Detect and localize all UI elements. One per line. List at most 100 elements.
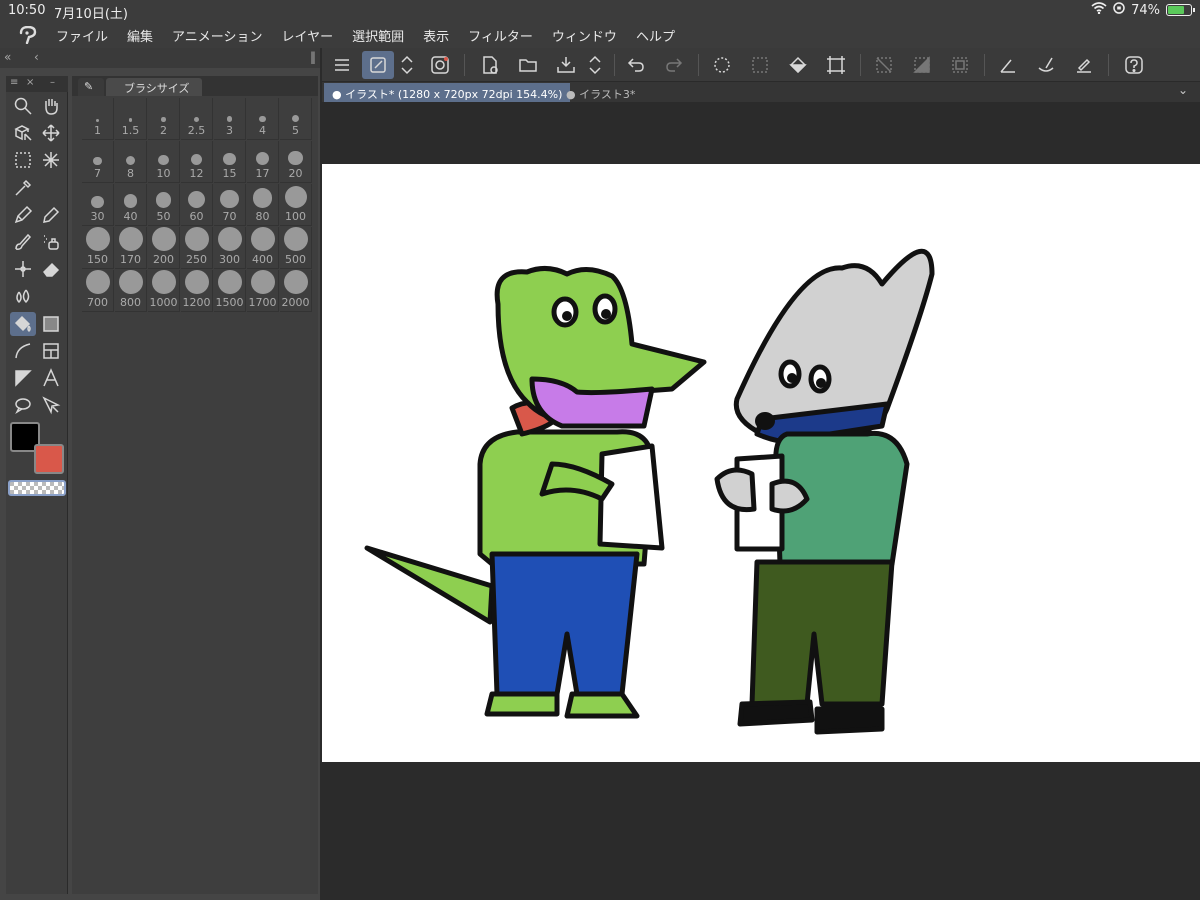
brush-size-cell[interactable]: 200 (148, 227, 180, 269)
blend-tool-icon[interactable] (10, 284, 36, 308)
brush-size-cell[interactable]: 50 (148, 184, 180, 226)
tab-brush-size[interactable]: ブラシサイズ (106, 78, 202, 96)
brush-size-cell[interactable]: 1000 (148, 270, 180, 312)
line-tool-icon[interactable] (992, 51, 1024, 79)
brush-size-cell[interactable]: 10 (148, 141, 180, 183)
menu-help[interactable]: ヘルプ (636, 26, 675, 45)
brush-size-cell[interactable]: 17 (247, 141, 279, 183)
ruler-tool-icon[interactable] (10, 366, 36, 390)
brush-size-cell[interactable]: 400 (247, 227, 279, 269)
panel-grip-icon[interactable]: ‖ (310, 50, 316, 64)
eraser-tool-icon[interactable] (38, 257, 64, 281)
curve-tool-icon[interactable] (10, 339, 36, 363)
gradient-tool-icon[interactable] (38, 312, 64, 336)
fill-command-icon[interactable] (782, 51, 814, 79)
tab-illust3[interactable]: ● イラスト3* (558, 83, 643, 102)
marquee-tool-icon[interactable] (10, 148, 36, 172)
double-arrow-icon[interactable] (396, 51, 418, 79)
menu-window[interactable]: ウィンドウ (552, 26, 617, 45)
menu-icon[interactable] (326, 51, 358, 79)
brush-size-cell[interactable]: 150 (82, 227, 114, 269)
brush-size-cell[interactable]: 5 (280, 98, 312, 140)
fill-tool-icon[interactable] (10, 312, 36, 336)
decoration-sparkle-icon[interactable] (10, 257, 36, 281)
zoom-tool-icon[interactable] (10, 94, 36, 118)
brush-size-cell[interactable]: 2.5 (181, 98, 213, 140)
menu-selection[interactable]: 選択範囲 (352, 26, 404, 45)
brush-size-cell[interactable]: 7 (82, 141, 114, 183)
eyedropper-tool-icon[interactable] (10, 176, 36, 200)
brush-size-cell[interactable]: 70 (214, 184, 246, 226)
menu-edit[interactable]: 編集 (127, 26, 153, 45)
brush-size-cell[interactable]: 500 (280, 227, 312, 269)
eraser-size-icon[interactable] (1068, 51, 1100, 79)
auto-select-tool-icon[interactable] (38, 148, 64, 172)
brush-size-cell[interactable]: 170 (115, 227, 147, 269)
frame-tool-icon[interactable] (38, 339, 64, 363)
brush-size-cell[interactable]: 30 (82, 184, 114, 226)
new-file-icon[interactable] (474, 51, 506, 79)
loading-icon[interactable] (706, 51, 738, 79)
brush-tab-icon[interactable]: ✎ (78, 78, 104, 96)
brush-size-cell[interactable]: 15 (214, 141, 246, 183)
brush-size-cell[interactable]: 2000 (280, 270, 312, 312)
clip-studio-logo-icon[interactable] (0, 22, 56, 48)
object-select-tool-icon[interactable] (10, 121, 36, 145)
brush-size-cell[interactable]: 250 (181, 227, 213, 269)
collapse-left-icon[interactable]: « (4, 50, 11, 64)
brush-size-cell[interactable]: 80 (247, 184, 279, 226)
brush-size-cell[interactable]: 12 (181, 141, 213, 183)
menu-filter[interactable]: フィルター (468, 26, 533, 45)
brush-size-icon[interactable] (1030, 51, 1062, 79)
save-icon[interactable] (550, 51, 582, 79)
border-icon[interactable] (944, 51, 976, 79)
shade-icon[interactable] (906, 51, 938, 79)
redo-icon[interactable] (658, 51, 690, 79)
spiral-logo-icon[interactable] (424, 51, 456, 79)
brush-size-cell[interactable]: 300 (214, 227, 246, 269)
panel-menu-icon[interactable]: ≡ (10, 77, 18, 88)
canvas-edit-icon[interactable] (362, 51, 394, 79)
undo-icon[interactable] (620, 51, 652, 79)
pen-tool-icon[interactable] (10, 203, 36, 227)
chevron-down-icon[interactable]: ⌄ (1178, 83, 1188, 97)
brush-tool-icon[interactable] (10, 230, 36, 254)
brush-size-cell[interactable]: 2 (148, 98, 180, 140)
brush-size-cell[interactable]: 1 (82, 98, 114, 140)
tab-illust-active[interactable]: ● イラスト* (1280 x 720px 72dpi 154.4%) (324, 83, 571, 102)
brush-size-cell[interactable]: 20 (280, 141, 312, 183)
text-tool-icon[interactable] (38, 366, 64, 390)
menu-layer[interactable]: レイヤー (282, 26, 334, 45)
brush-size-cell[interactable]: 3 (214, 98, 246, 140)
balloon-tool-icon[interactable] (10, 393, 36, 417)
brush-size-cell[interactable]: 8 (115, 141, 147, 183)
open-folder-icon[interactable] (512, 51, 544, 79)
double-arrow-icon-2[interactable] (584, 51, 606, 79)
correction-tool-icon[interactable] (38, 393, 64, 417)
airbrush-tool-icon[interactable] (38, 230, 64, 254)
drawing-canvas[interactable] (322, 164, 1200, 762)
sub-color-swatch[interactable] (34, 444, 64, 474)
move-tool-icon[interactable] (38, 121, 64, 145)
menu-file[interactable]: ファイル (56, 26, 108, 45)
minimize-icon[interactable]: – (50, 77, 55, 88)
clear-selection-icon[interactable] (744, 51, 776, 79)
menu-animation[interactable]: アニメーション (172, 26, 262, 45)
snap-off-icon[interactable] (868, 51, 900, 79)
brush-size-cell[interactable]: 60 (181, 184, 213, 226)
pencil-tool-icon[interactable] (38, 203, 64, 227)
brush-size-cell[interactable]: 40 (115, 184, 147, 226)
canvas-area[interactable] (322, 102, 1200, 900)
chevron-left-icon[interactable]: ‹ (34, 50, 39, 64)
close-icon[interactable]: × (26, 77, 34, 88)
brush-size-cell[interactable]: 1200 (181, 270, 213, 312)
brush-size-cell[interactable]: 800 (115, 270, 147, 312)
help-icon[interactable] (1118, 51, 1150, 79)
brush-size-cell[interactable]: 1700 (247, 270, 279, 312)
hand-tool-icon[interactable] (38, 94, 64, 118)
brush-size-cell[interactable]: 4 (247, 98, 279, 140)
brush-size-cell[interactable]: 1500 (214, 270, 246, 312)
transparent-color-swatch[interactable] (8, 480, 66, 496)
brush-size-cell[interactable]: 700 (82, 270, 114, 312)
brush-size-cell[interactable]: 1.5 (115, 98, 147, 140)
